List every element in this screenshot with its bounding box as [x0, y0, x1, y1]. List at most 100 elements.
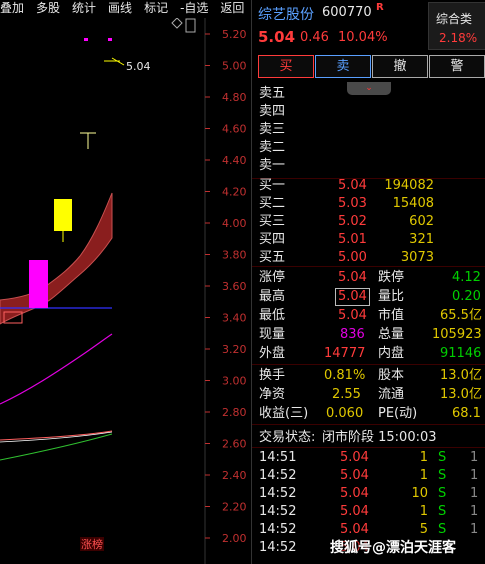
watermark: 搜狐号@漂泊天涯客 [330, 540, 456, 556]
inner-volume-value: 91146 [440, 346, 482, 361]
ask-label: 卖三 [259, 122, 286, 137]
price-tick-label: 2.20 [222, 501, 247, 514]
price-tick-label: 3.60 [222, 280, 247, 293]
total-volume-label: 总量 [378, 327, 405, 342]
alert-button[interactable]: 警 [429, 55, 485, 78]
bid-row[interactable]: 买五 5.00 3073 [252, 248, 485, 267]
ask-label: 卖五 [259, 86, 286, 101]
trading-status-value: 闭市阶段 15:00:03 [322, 430, 437, 445]
bid-volume: 15408 [392, 196, 434, 211]
ask-row[interactable]: 卖四 [252, 102, 485, 121]
ask-row[interactable]: 卖三 [252, 120, 485, 139]
ask-row[interactable]: 卖二 [252, 138, 485, 157]
kline-chart-svg: 5.04 5.20 5.00 4.80 4.60 4.40 4.20 4.00 3.80 3.6… [0, 18, 247, 564]
tick-time: 14:51 [259, 450, 297, 465]
price-tick-label: 2.40 [222, 469, 247, 482]
price-tick-label: 5.20 [222, 28, 247, 41]
quote-panel: 综艺股份 600770 R 综合类 2.18% 5.04 0.46 10.04%… [251, 0, 485, 564]
high-label: 最高 [259, 289, 286, 304]
tick-volume: 1 [419, 450, 428, 465]
bid-price: 5.02 [338, 214, 367, 229]
outer-volume-label: 外盘 [259, 346, 286, 361]
tick-time: 14:52 [259, 468, 297, 483]
tick-side: S [438, 450, 447, 465]
bid-price: 5.04 [338, 178, 367, 193]
nav-label: 净资 [259, 387, 286, 402]
bid-volume: 194082 [384, 178, 434, 193]
bid-label: 买二 [259, 196, 286, 211]
bid-row[interactable]: 买四 5.01 321 [252, 230, 485, 249]
quote-row: 现量 836 总量 105923 [252, 325, 485, 344]
current-volume-value: 836 [340, 327, 365, 342]
stock-code: 600770 [322, 5, 372, 20]
bid-row[interactable]: 买三 5.02 602 [252, 212, 485, 231]
bid-volume: 602 [409, 214, 434, 229]
sector-box[interactable]: 综合类 2.18% [428, 2, 485, 50]
tick-count: 1 [470, 468, 479, 483]
ask-row[interactable]: 卖五 [252, 84, 485, 103]
tick-price: 5.04 [340, 450, 369, 465]
tick-row: 14:52 5.04 10 S 1 [252, 484, 485, 503]
down-candle [54, 199, 72, 231]
price-tick-label: 3.20 [222, 343, 247, 356]
tick-side: S [438, 504, 447, 519]
toolbar-multi-stock[interactable]: 多股 [36, 0, 60, 17]
tick-time: 14:52 [259, 540, 297, 555]
diamond-icon[interactable] [171, 18, 183, 29]
pe-label: PE(动) [378, 406, 418, 421]
volume-ratio-value: 0.20 [452, 289, 481, 304]
current-volume-label: 现量 [259, 327, 286, 342]
kline-chart[interactable]: 5.04 5.20 5.00 4.80 4.60 4.40 4.20 4.00 3.80 3.6… [0, 18, 250, 564]
price-axis: 5.20 5.00 4.80 4.60 4.40 4.20 4.00 3.80 3.60 3.40… [205, 28, 247, 545]
quote-row: 换手 0.81% 股本 13.0亿 [252, 366, 485, 385]
tick-row: 14:52 5.04 1 S 1 [252, 466, 485, 485]
price-tick-label: 2.60 [222, 438, 247, 451]
panel-toggle-icon[interactable] [185, 18, 196, 33]
tick-price: 5.04 [340, 468, 369, 483]
signal-dot [84, 38, 88, 41]
toolbar-draw-line[interactable]: 画线 [108, 0, 132, 17]
eps-label: 收益(三) [259, 406, 309, 421]
toolbar-overlay[interactable]: 叠加 [0, 0, 24, 17]
price-tick-label: 4.60 [222, 123, 247, 136]
bottom-tag[interactable]: 涨榜 [81, 537, 103, 551]
price-change-pct: 10.04% [338, 30, 388, 45]
inner-volume-label: 内盘 [378, 346, 405, 361]
float-value: 13.0亿 [440, 387, 482, 402]
high-annotation: 5.04 [126, 60, 151, 73]
tick-time: 14:52 [259, 504, 297, 519]
eps-value: 0.060 [326, 406, 364, 421]
price-tick-label: 4.20 [222, 186, 247, 199]
toolbar-remove-watchlist[interactable]: -自选 [180, 0, 208, 17]
tick-volume: 10 [411, 486, 428, 501]
bid-price: 5.01 [338, 232, 367, 247]
low-label: 最低 [259, 308, 286, 323]
ask-label: 卖二 [259, 140, 286, 155]
market-cap-value: 65.5亿 [440, 308, 482, 323]
trading-status-label: 交易状态: [259, 430, 316, 445]
bid-row[interactable]: 买二 5.03 15408 [252, 194, 485, 213]
tick-row: 14:52 5.04 1 S 1 [252, 502, 485, 521]
bid-price: 5.00 [338, 250, 367, 265]
sell-button[interactable]: 卖 [315, 55, 371, 78]
ask-label: 卖四 [259, 104, 286, 119]
bid-volume: 3073 [400, 250, 434, 265]
margin-badge: R [376, 2, 384, 13]
cancel-order-button[interactable]: 撤 [372, 55, 428, 78]
quote-row: 净资 2.55 流通 13.0亿 [252, 385, 485, 404]
bid-row[interactable]: 买一 5.04 194082 [252, 176, 485, 195]
ask-row[interactable]: 卖一 [252, 156, 485, 175]
up-candle [29, 260, 48, 308]
divider [252, 424, 485, 425]
bid-label: 买一 [259, 178, 286, 193]
limit-up-label: 涨停 [259, 270, 286, 285]
buy-button[interactable]: 买 [258, 55, 314, 78]
tick-time: 14:52 [259, 486, 297, 501]
price-tick-label: 4.80 [222, 91, 247, 104]
toolbar-statistics[interactable]: 统计 [72, 0, 96, 17]
toolbar-back[interactable]: 返回 [220, 0, 244, 17]
toolbar-mark[interactable]: 标记 [144, 0, 168, 17]
sector-change: 2.18% [439, 31, 478, 45]
bid-label: 买三 [259, 214, 286, 229]
tick-count: 1 [470, 522, 479, 537]
